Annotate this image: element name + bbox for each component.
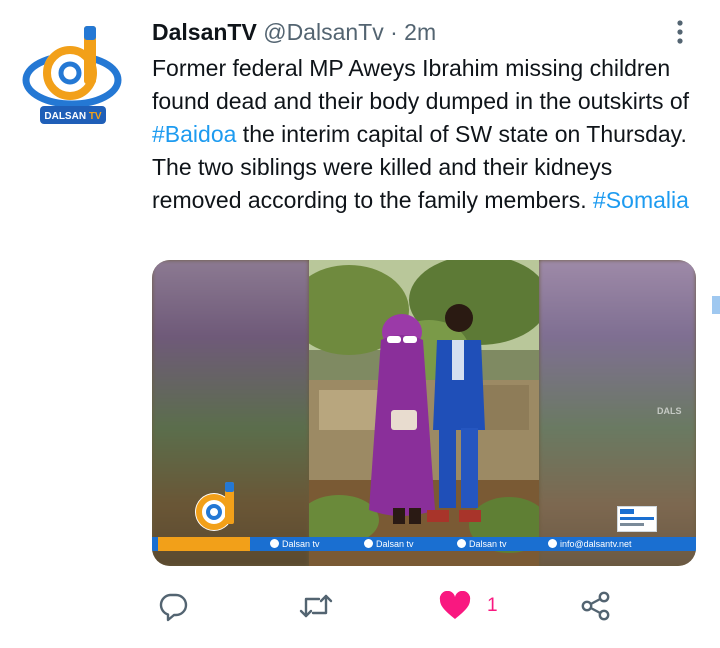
media-logo-icon: [188, 480, 246, 536]
tweet-media-image[interactable]: DALS Dalsan tv Dalsan tv Dalsan tv info@…: [152, 260, 696, 566]
facebook-icon: [270, 539, 279, 548]
avatar[interactable]: DALSAN TV: [22, 18, 122, 128]
more-options-icon[interactable]: [668, 18, 692, 46]
share-icon: [581, 591, 610, 621]
scroll-indicator: [712, 296, 720, 314]
tweet-text: Former federal MP Aweys Ibrahim missing …: [152, 52, 697, 217]
timestamp[interactable]: 2m: [404, 19, 436, 45]
separator-dot: ·: [390, 19, 398, 45]
tv-badge-icon: [617, 506, 657, 532]
like-count: 1: [487, 595, 498, 616]
media-watermark: DALS: [657, 406, 682, 416]
retweet-button[interactable]: [299, 588, 333, 624]
instagram-label: Dalsan tv: [457, 537, 507, 551]
retweet-icon: [299, 594, 333, 618]
hashtag-baidoa-link[interactable]: #Baidoa: [152, 121, 236, 147]
reply-icon: [159, 593, 188, 622]
reply-button[interactable]: [157, 588, 189, 624]
twitter-icon: [364, 539, 373, 548]
display-name[interactable]: DalsanTV: [152, 19, 257, 45]
email-label: info@dalsantv.net: [548, 537, 632, 551]
bar-item-label: Dalsan tv: [282, 539, 320, 549]
twitter-label: Dalsan tv: [364, 537, 414, 551]
bar-item-label: info@dalsantv.net: [560, 539, 632, 549]
share-button[interactable]: [580, 588, 612, 624]
avatar-logo-text: DALSAN TV: [44, 111, 102, 122]
instagram-icon: [457, 539, 466, 548]
facebook-label: Dalsan tv: [270, 537, 320, 551]
like-button[interactable]: 1: [439, 588, 498, 624]
photo-two-children: [309, 260, 539, 566]
email-icon: [548, 539, 557, 548]
user-handle[interactable]: @DalsanTv: [263, 19, 384, 45]
tweet-header: DalsanTV @DalsanTv · 2m: [152, 17, 436, 47]
bar-item-label: Dalsan tv: [376, 539, 414, 549]
hashtag-somalia-link[interactable]: #Somalia: [593, 187, 689, 213]
bar-item-label: Dalsan tv: [469, 539, 507, 549]
dalsan-tv-logo: DALSAN TV: [22, 26, 122, 124]
heart-icon: [439, 591, 471, 619]
media-bar-accent: [158, 537, 250, 551]
tweet-text-part: Former federal MP Aweys Ibrahim missing …: [152, 55, 690, 114]
